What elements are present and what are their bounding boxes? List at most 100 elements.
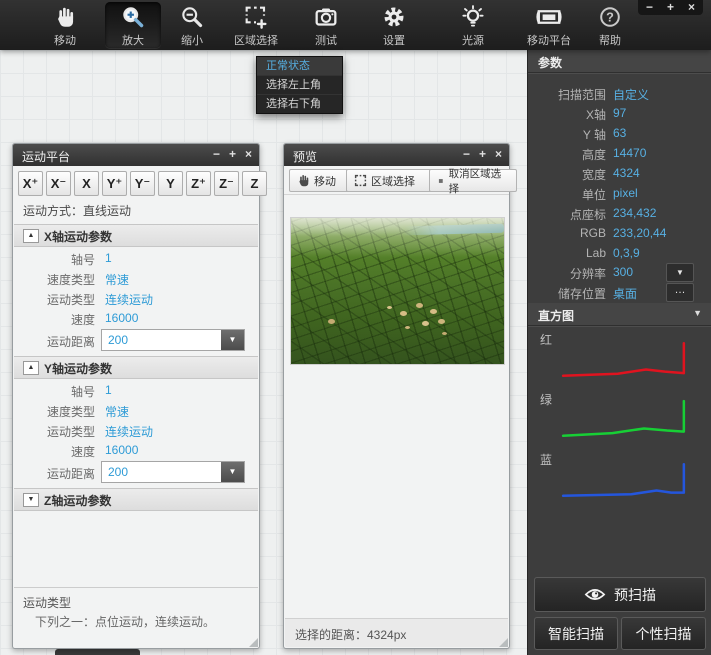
- svg-text:?: ?: [606, 11, 614, 25]
- axis-button-y-plus[interactable]: Y⁺: [102, 171, 127, 196]
- toolbar-item-zoom-out[interactable]: 缩小: [164, 2, 220, 48]
- y-distance-dropdown[interactable]: 200 ▼: [101, 461, 245, 483]
- motion-panel-titlebar[interactable]: 运动平台 − + ×: [13, 144, 259, 166]
- toolbar-item-light[interactable]: 光源: [445, 2, 501, 48]
- row-value[interactable]: pixel: [613, 186, 638, 200]
- toolbar-label-help: 帮助: [588, 32, 632, 48]
- collapse-up-icon[interactable]: ▲: [23, 229, 39, 243]
- motion-panel-close-button[interactable]: ×: [245, 147, 252, 161]
- x-distance-dropdown[interactable]: 200 ▼: [101, 329, 245, 351]
- row-label: Y 轴: [528, 126, 606, 143]
- section-title-y-axis: Y轴运动参数: [44, 360, 112, 377]
- y-distance-row: 运动距离 200 ▼: [13, 461, 259, 483]
- section-header-x-axis[interactable]: ▲ X轴运动参数: [14, 224, 258, 247]
- axis-button-y[interactable]: Y: [158, 171, 183, 196]
- zoom-out-icon: [164, 5, 220, 31]
- red-channel-label: 红: [540, 331, 552, 348]
- help-title: 运动类型: [23, 594, 71, 611]
- preview-panel-minimize-button[interactable]: −: [463, 147, 470, 161]
- chevron-down-icon[interactable]: ▼: [693, 308, 702, 318]
- red-histogram: [558, 338, 690, 380]
- chevron-down-icon[interactable]: ▼: [221, 462, 244, 482]
- x-axis-row: X轴 97: [528, 103, 711, 123]
- prescan-label: 预扫描: [614, 585, 656, 605]
- dropdown-item-normal-state[interactable]: 正常状态: [257, 57, 342, 75]
- window-close-button[interactable]: ×: [688, 1, 695, 14]
- axis-button-x[interactable]: X: [74, 171, 99, 196]
- dropdown-item-select-top-left[interactable]: 选择左上角: [257, 75, 342, 94]
- row-value[interactable]: 1: [105, 383, 112, 397]
- toolbar-item-test[interactable]: 测试: [298, 2, 354, 48]
- window-minimize-button[interactable]: −: [646, 1, 653, 14]
- storage-browse-button[interactable]: …: [666, 283, 694, 302]
- x-distance-row: 运动距离 200 ▼: [13, 329, 259, 351]
- row-value[interactable]: 常速: [105, 271, 129, 288]
- row-value[interactable]: 97: [613, 106, 626, 120]
- resize-grip[interactable]: [249, 638, 258, 647]
- row-value[interactable]: 14470: [613, 146, 646, 160]
- toolbar-item-help[interactable]: ? 帮助: [588, 2, 632, 48]
- motion-platform-panel: 运动平台 − + × X⁺ X⁻ X Y⁺ Y⁻ Y Z⁺ Z⁻ Z 运动方式：…: [12, 143, 260, 649]
- resolution-dropdown-button[interactable]: ▼: [666, 263, 694, 282]
- row-value[interactable]: 63: [613, 126, 626, 140]
- preview-move-button[interactable]: 移动: [289, 169, 353, 192]
- hand-icon: [297, 174, 310, 187]
- preview-region-select-button[interactable]: 区域选择: [346, 169, 436, 192]
- section-header-z-axis[interactable]: ▼ Z轴运动参数: [14, 488, 258, 511]
- preview-panel-close-button[interactable]: ×: [495, 147, 502, 161]
- toolbar-item-region-select[interactable]: 区域选择: [222, 2, 290, 48]
- prescan-button[interactable]: 预扫描: [534, 577, 706, 612]
- row-value[interactable]: 连续运动: [105, 291, 153, 308]
- row-value[interactable]: 16000: [105, 443, 138, 457]
- collapse-down-icon[interactable]: ▼: [23, 493, 39, 507]
- preview-move-label: 移动: [314, 173, 336, 189]
- preview-panel-maximize-button[interactable]: +: [479, 147, 486, 161]
- row-value[interactable]: 4324: [613, 166, 640, 180]
- row-value[interactable]: 连续运动: [105, 423, 153, 440]
- toolbar-item-zoom-in[interactable]: 放大: [105, 2, 161, 48]
- preview-cancel-region-button[interactable]: 取消区域选择: [429, 169, 517, 192]
- row-value[interactable]: 300: [613, 265, 633, 279]
- preview-panel-controls: − + ×: [463, 147, 502, 161]
- row-value[interactable]: 1: [105, 251, 112, 265]
- toolbar-item-move[interactable]: 移动: [37, 2, 93, 48]
- custom-scan-button[interactable]: 个性扫描: [621, 617, 706, 650]
- toolbar-item-settings[interactable]: 设置: [366, 2, 422, 48]
- preview-panel: 预览 − + × 移动: [283, 143, 510, 649]
- row-label: 高度: [528, 146, 606, 163]
- y-axis-number-row: 轴号 1: [13, 380, 259, 400]
- preview-panel-titlebar[interactable]: 预览 − + ×: [284, 144, 509, 166]
- parameters-header: 参数: [528, 50, 711, 73]
- resize-grip[interactable]: [499, 638, 508, 647]
- preview-image[interactable]: [290, 217, 505, 365]
- row-value[interactable]: 自定义: [613, 86, 649, 103]
- collapse-up-icon[interactable]: ▲: [23, 361, 39, 375]
- row-label: 运动距离: [13, 465, 95, 482]
- row-value[interactable]: 桌面: [613, 285, 637, 302]
- smart-scan-button[interactable]: 智能扫描: [534, 617, 618, 650]
- y-motion-type-row: 运动类型 连续运动: [13, 420, 259, 440]
- axis-button-z-minus[interactable]: Z⁻: [214, 171, 239, 196]
- help-text: 下列之一：点位运动，连续运动。: [35, 613, 215, 630]
- window-maximize-button[interactable]: +: [667, 1, 674, 14]
- row-label: 速度: [13, 311, 95, 328]
- red-histogram-curve: [563, 343, 684, 376]
- row-label: 储存位置: [528, 285, 606, 302]
- row-label: 宽度: [528, 166, 606, 183]
- axis-button-x-plus[interactable]: X⁺: [18, 171, 43, 196]
- motion-panel-minimize-button[interactable]: −: [213, 147, 220, 161]
- axis-button-y-minus[interactable]: Y⁻: [130, 171, 155, 196]
- help-divider: [14, 587, 258, 588]
- chevron-down-icon[interactable]: ▼: [221, 330, 244, 350]
- toolbar-item-platform[interactable]: 移动平台: [513, 2, 585, 48]
- section-title-x-axis: X轴运动参数: [44, 228, 112, 245]
- row-value[interactable]: 常速: [105, 403, 129, 420]
- section-header-y-axis[interactable]: ▲ Y轴运动参数: [14, 356, 258, 379]
- axis-button-z-plus[interactable]: Z⁺: [186, 171, 211, 196]
- motion-panel-maximize-button[interactable]: +: [229, 147, 236, 161]
- storage-location-row: 储存位置 桌面 …: [528, 282, 711, 302]
- row-value[interactable]: 16000: [105, 311, 138, 325]
- axis-button-x-minus[interactable]: X⁻: [46, 171, 71, 196]
- dropdown-item-select-bottom-right[interactable]: 选择右下角: [257, 94, 342, 113]
- axis-button-z[interactable]: Z: [242, 171, 267, 196]
